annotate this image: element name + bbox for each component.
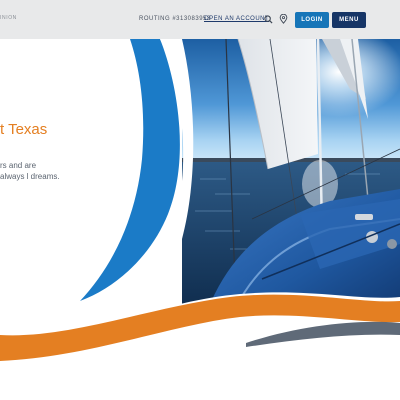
site-header: inion ROUTING #313083953 OPEN AN ACCOUNT… [0,0,400,39]
brand-name-fragment: inion [0,15,17,21]
search-icon[interactable] [262,13,274,25]
menu-button[interactable]: MENU [332,12,366,28]
location-pin-icon[interactable] [277,13,289,25]
hero-subtext: rs and are always l dreams. [0,161,60,181]
open-account-link[interactable]: OPEN AN ACCOUNT [204,16,269,22]
routing-number: ROUTING #313083953 [139,16,211,22]
hero-artwork [0,39,400,400]
hero-section [0,39,400,400]
hero-headline: t Texas [0,121,48,138]
sailboat-photo [182,39,400,309]
login-button[interactable]: LOGIN [295,12,329,28]
